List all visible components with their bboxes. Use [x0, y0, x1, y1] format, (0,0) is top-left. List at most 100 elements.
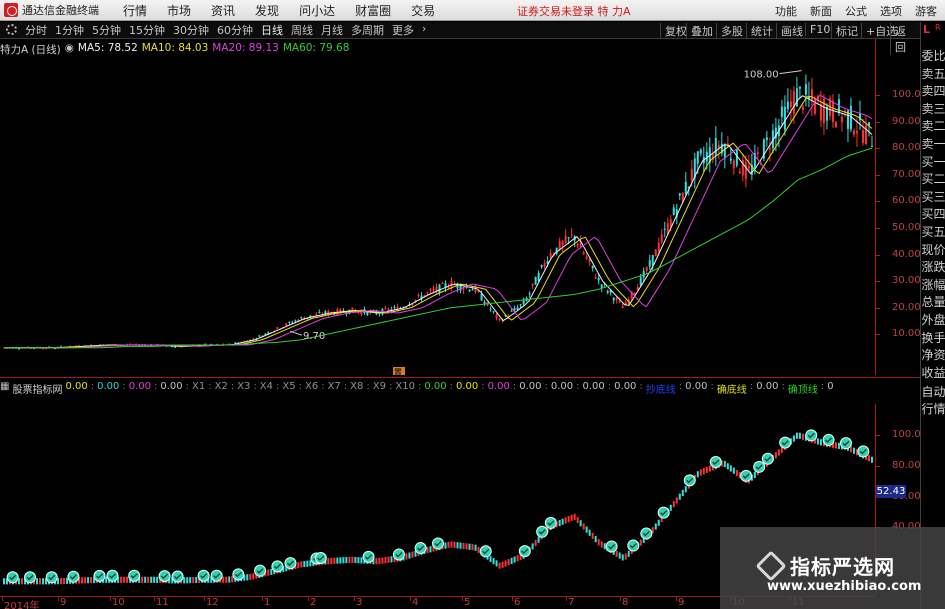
signal-marker-icon[interactable]	[271, 560, 284, 573]
side-item[interactable]: 现价	[921, 242, 945, 258]
side-item[interactable]: 涨幅	[921, 277, 945, 293]
menu-right-item[interactable]: 公式	[845, 3, 867, 19]
signal-marker-icon[interactable]	[6, 571, 19, 584]
menu-item[interactable]: 行情	[113, 2, 157, 19]
period-tab[interactable]: 60分钟	[213, 22, 257, 38]
side-item[interactable]: 总量	[921, 294, 945, 310]
signal-marker-icon[interactable]	[284, 557, 297, 570]
signal-marker-icon[interactable]	[779, 436, 792, 449]
signal-marker-icon[interactable]	[518, 545, 531, 558]
period-tab[interactable]: 1分钟	[51, 22, 88, 38]
signal-marker-icon[interactable]	[479, 545, 492, 558]
period-tab[interactable]: 更多	[388, 22, 418, 38]
period-tab[interactable]: 周线	[287, 22, 317, 38]
signal-marker-icon[interactable]	[93, 569, 106, 582]
side-item[interactable]: 卖一	[921, 136, 945, 152]
signal-marker-icon[interactable]	[805, 429, 818, 442]
period-tab[interactable]: 5分钟	[88, 22, 125, 38]
signal-marker-icon[interactable]	[857, 445, 870, 458]
signal-marker-icon[interactable]	[640, 527, 653, 540]
indicator-bar	[63, 577, 66, 585]
period-tab[interactable]: 分时	[21, 22, 51, 38]
period-tab[interactable]: 多周期	[347, 22, 388, 38]
menu-right-item[interactable]: 选项	[880, 3, 902, 19]
menu-item[interactable]: 发现	[245, 2, 289, 19]
period-tab[interactable]: 15分钟	[125, 22, 169, 38]
indicator-grid-icon[interactable]: ▦	[0, 381, 9, 394]
tool-button[interactable]: 统计	[746, 23, 777, 39]
tool-button[interactable]: 画线	[776, 23, 807, 39]
signal-marker-icon[interactable]	[627, 539, 640, 552]
tool-button[interactable]: 多股	[716, 23, 747, 39]
signal-marker-icon[interactable]	[683, 474, 696, 487]
signal-marker-icon[interactable]	[432, 537, 444, 550]
side-item[interactable]: 收益	[921, 365, 945, 381]
signal-marker-icon[interactable]	[210, 569, 223, 582]
signal-marker-icon[interactable]	[414, 542, 427, 555]
side-item[interactable]: 买三	[921, 189, 945, 205]
tool-button[interactable]: 叠加	[686, 23, 717, 39]
signal-marker-icon[interactable]	[753, 460, 766, 473]
signal-marker-icon[interactable]	[254, 564, 267, 577]
side-item[interactable]: 委比	[921, 48, 945, 64]
menu-right-item[interactable]: 功能	[775, 3, 797, 19]
menu-item[interactable]: 交易	[401, 2, 445, 19]
gear-icon[interactable]	[6, 24, 17, 35]
signal-marker-icon[interactable]	[158, 570, 171, 583]
menu-item[interactable]: 财富圈	[345, 2, 401, 19]
side-item[interactable]: 买四	[921, 206, 945, 222]
signal-marker-icon[interactable]	[314, 551, 327, 564]
tool-button[interactable]: 标记	[831, 23, 862, 39]
signal-marker-icon[interactable]	[67, 570, 80, 583]
signal-marker-icon[interactable]	[197, 569, 210, 582]
signal-marker-icon[interactable]	[45, 571, 58, 584]
side-item[interactable]: 买五	[921, 224, 945, 240]
signal-marker-icon[interactable]	[657, 506, 670, 519]
menu-item[interactable]: 问小达	[289, 2, 345, 19]
more-chevron-icon[interactable]: ›	[418, 22, 430, 38]
signal-marker-icon[interactable]	[232, 568, 245, 581]
auto-quote-item[interactable]: 自动	[921, 384, 945, 400]
signal-marker-icon[interactable]	[544, 516, 557, 529]
side-item[interactable]: 净资	[921, 347, 945, 363]
signal-marker-icon[interactable]	[761, 452, 774, 465]
signal-marker-icon[interactable]	[605, 540, 618, 553]
right-toggle[interactable]: R	[935, 23, 941, 32]
signal-marker-icon[interactable]	[362, 550, 375, 563]
signal-marker-icon[interactable]	[24, 571, 37, 584]
period-tab[interactable]: 日线	[257, 22, 287, 38]
menu-item[interactable]: 资讯	[201, 2, 245, 19]
price-chart[interactable]: 108.00 9.70 置	[0, 39, 875, 375]
side-item[interactable]: 卖五	[921, 66, 945, 82]
menu-item[interactable]: 市场	[157, 2, 201, 19]
signal-marker-icon[interactable]	[822, 433, 835, 446]
side-item[interactable]: 买一	[921, 154, 945, 170]
signal-marker-icon[interactable]	[709, 456, 722, 469]
auto-quote-item[interactable]: 行情	[921, 401, 945, 417]
indicator-bar	[567, 516, 570, 523]
side-item[interactable]: 卖三	[921, 101, 945, 117]
date-tick	[58, 597, 59, 601]
side-item[interactable]: 涨跌	[921, 259, 945, 275]
side-item[interactable]: 买二	[921, 171, 945, 187]
indicator-bar	[537, 536, 540, 543]
side-item[interactable]: 外盘	[921, 312, 945, 328]
signal-marker-icon[interactable]	[740, 469, 753, 482]
period-tab[interactable]: 月线	[317, 22, 347, 38]
side-item[interactable]: 换手	[921, 330, 945, 346]
signal-marker-icon[interactable]	[536, 525, 549, 538]
side-item[interactable]: 卖四	[921, 83, 945, 99]
side-item[interactable]: 卖二	[921, 118, 945, 134]
signal-marker-icon[interactable]	[171, 570, 184, 583]
signal-marker-icon[interactable]	[106, 569, 119, 582]
indicator-bar	[534, 539, 537, 547]
lr-toggle[interactable]: L R	[921, 23, 945, 47]
period-tab[interactable]: 30分钟	[169, 22, 213, 38]
menu-right-item[interactable]: 新面	[810, 3, 832, 19]
signal-marker-icon[interactable]	[128, 569, 141, 582]
signal-marker-icon[interactable]	[392, 548, 405, 561]
menu-right-item[interactable]: 游客	[915, 3, 937, 19]
tool-button[interactable]: F10	[805, 23, 834, 36]
left-toggle[interactable]: L	[923, 23, 930, 36]
signal-marker-icon[interactable]	[839, 437, 852, 450]
